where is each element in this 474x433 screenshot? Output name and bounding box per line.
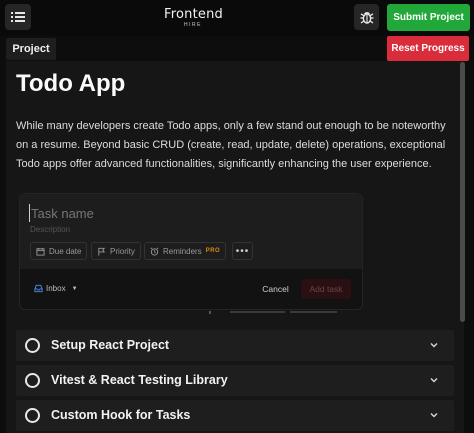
project-select[interactable]: Inbox ▼ [34,284,78,293]
reminders-label: Reminders [163,246,202,256]
page-title: Todo App [16,70,126,97]
menu-button[interactable] [5,4,31,30]
circle-icon[interactable] [25,408,40,423]
caret-down-icon: ▼ [71,285,78,292]
logo-text: Frontend [164,7,223,22]
report-bug-button[interactable] [354,4,379,30]
chevron-down-icon [430,343,438,348]
logo-subtext: HIRE [184,22,202,28]
accordion-item-label: Custom Hook for Tasks [51,408,191,422]
tab-project[interactable]: Project [6,38,56,60]
priority-chip[interactable]: Priority [91,242,141,260]
logo[interactable]: Frontend HIRE [164,7,223,28]
project-description: While many developers create Todo apps, … [16,120,446,170]
chevron-down-icon [430,378,438,383]
flag-icon [98,247,106,256]
circle-icon[interactable] [25,373,40,388]
calendar-icon [36,247,45,256]
accordion-item-custom-hook-for-tasks[interactable]: Custom Hook for Tasks [16,400,454,431]
cancel-button[interactable]: Cancel [255,279,296,298]
bug-icon [360,12,373,24]
more-options-button[interactable]: ••• [232,242,253,260]
priority-label: Priority [110,246,135,256]
top-bar: Frontend HIRE Submit Project [0,0,474,36]
todo-form-inputs: Due date Priority Reminders PRO ••• [20,194,362,269]
chevron-down-icon [430,413,438,418]
accordion-item-setup-react-project[interactable]: Setup React Project [16,330,454,361]
accordion-item-label: Vitest & React Testing Library [51,373,228,387]
reminders-chip[interactable]: Reminders PRO [144,242,227,260]
due-date-label: Due date [49,246,82,256]
task-description-input[interactable] [30,223,330,235]
reset-progress-button[interactable]: Reset Progress [387,36,469,61]
circle-icon[interactable] [25,338,40,353]
inbox-icon [34,284,43,293]
accordion-item-label: Setup React Project [51,338,170,352]
add-task-button[interactable]: Add task [301,279,351,299]
due-date-chip[interactable]: Due date [30,242,88,260]
submit-project-button[interactable]: Submit Project [387,4,470,31]
menu-icon [11,12,25,22]
shadow-edge [209,311,211,314]
alarm-clock-icon [150,247,159,256]
scrollbar[interactable] [460,62,465,322]
accordion-item-vitest-react-testing-library[interactable]: Vitest & React Testing Library [16,365,454,396]
inbox-label: Inbox [46,284,66,293]
todo-form-preview: Due date Priority Reminders PRO ••• [19,193,363,310]
pro-badge: PRO [205,248,221,254]
shadow-edge [290,311,337,313]
shadow-edge [230,311,285,313]
task-name-input[interactable] [29,204,329,222]
